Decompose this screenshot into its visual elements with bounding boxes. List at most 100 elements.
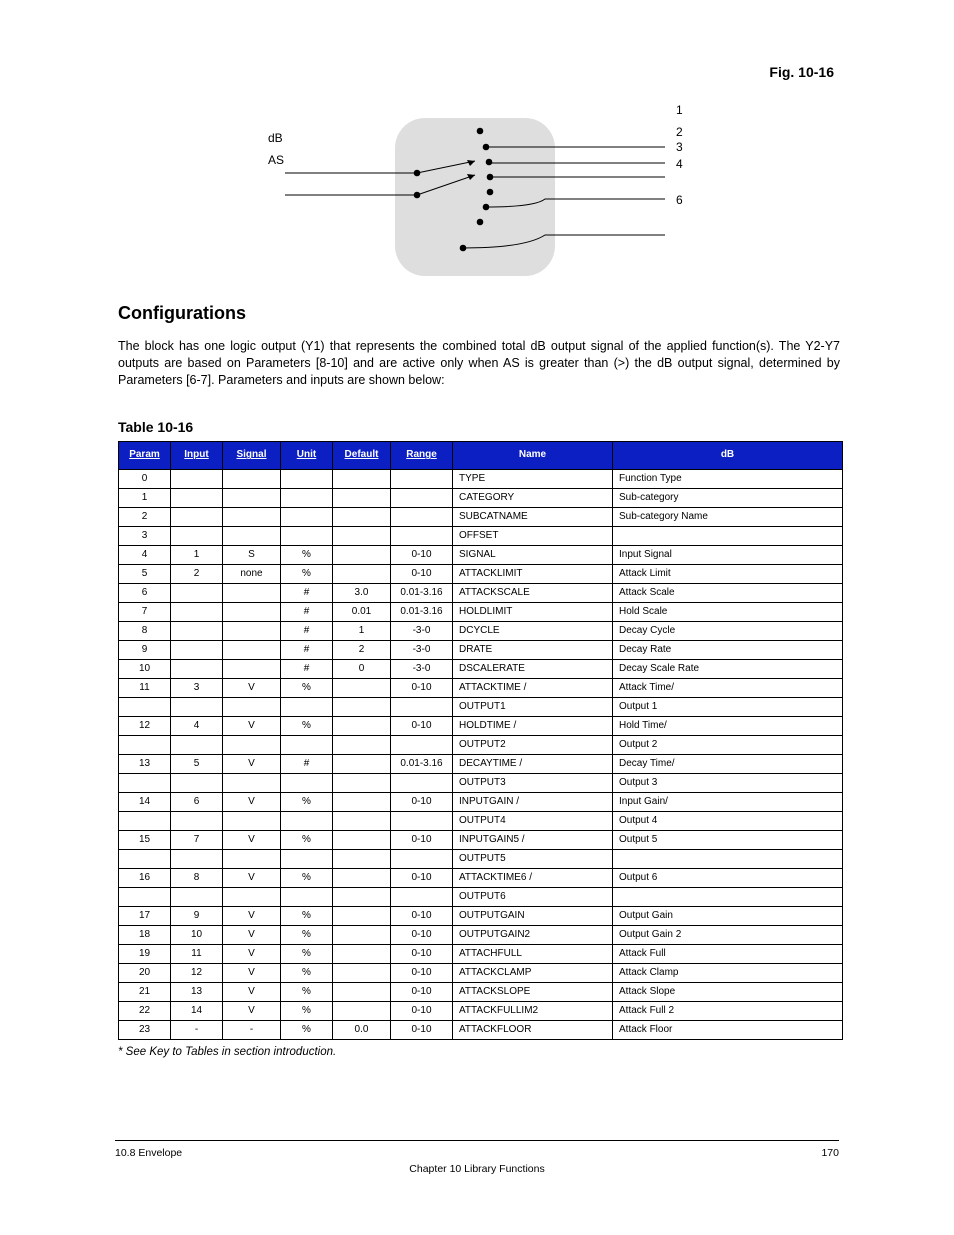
table-cell: 1 <box>119 488 171 507</box>
table-row: 179V%0-10OUTPUTGAINOutput Gain <box>119 906 843 925</box>
table-cell: 0.01-3.16 <box>391 583 453 602</box>
table-cell: 0-10 <box>391 982 453 1001</box>
table-cell <box>391 697 453 716</box>
table-cell: 4 <box>171 716 223 735</box>
page-footer: 10.8 Envelope 170 Chapter 10 Library Fun… <box>115 1140 839 1159</box>
table-cell: # <box>281 583 333 602</box>
table-cell: Output Gain 2 <box>613 925 843 944</box>
table-cell: 6 <box>119 583 171 602</box>
table-cell <box>171 887 223 906</box>
table-cell: 0-10 <box>391 545 453 564</box>
table-row: 1911V%0-10ATTACHFULLAttack Full <box>119 944 843 963</box>
table-cell: % <box>281 868 333 887</box>
table-cell <box>119 811 171 830</box>
table-cell: 0-10 <box>391 792 453 811</box>
table-cell: 20 <box>119 963 171 982</box>
footer-left: 10.8 Envelope <box>115 1147 182 1159</box>
table-cell: 1 <box>333 621 391 640</box>
table-row: 168V%0-10ATTACKTIME6 /Output 6 <box>119 868 843 887</box>
table-cell: 8 <box>119 621 171 640</box>
table-cell <box>613 526 843 545</box>
table-row: 135V#0.01-3.16DECAYTIME /Decay Time/ <box>119 754 843 773</box>
table-cell <box>333 906 391 925</box>
table-cell: Output 4 <box>613 811 843 830</box>
table-cell: V <box>223 716 281 735</box>
table-cell: % <box>281 545 333 564</box>
table-cell <box>171 811 223 830</box>
table-cell <box>171 488 223 507</box>
table-row: 9#2-3-0DRATEDecay Rate <box>119 640 843 659</box>
table-row: OUTPUT6 <box>119 887 843 906</box>
table-cell: 9 <box>119 640 171 659</box>
table-cell <box>333 735 391 754</box>
table-cell: ATTACKLIMIT <box>453 564 613 583</box>
table-cell: 2 <box>119 507 171 526</box>
table-cell: OUTPUT2 <box>453 735 613 754</box>
table-cell <box>613 849 843 868</box>
table-cell: Input Signal <box>613 545 843 564</box>
table-row: 2113V%0-10ATTACKSLOPEAttack Slope <box>119 982 843 1001</box>
table-cell <box>391 849 453 868</box>
table-cell <box>613 887 843 906</box>
table-cell <box>391 488 453 507</box>
table-cell: HOLDLIMIT <box>453 602 613 621</box>
table-cell: DECAYTIME / <box>453 754 613 773</box>
table-row: 2012V%0-10ATTACKCLAMPAttack Clamp <box>119 963 843 982</box>
table-cell: % <box>281 1001 333 1020</box>
table-cell: V <box>223 792 281 811</box>
footer-right: 170 <box>821 1147 839 1159</box>
table-cell <box>391 735 453 754</box>
table-cell <box>281 697 333 716</box>
table-cell: 0 <box>333 659 391 678</box>
table-cell: OUTPUT6 <box>453 887 613 906</box>
th-unit: Unit <box>281 441 333 469</box>
table-cell: 11 <box>171 944 223 963</box>
table-cell <box>333 678 391 697</box>
table-row: OUTPUT3Output 3 <box>119 773 843 792</box>
table-cell: -3-0 <box>391 659 453 678</box>
table-cell: 12 <box>171 963 223 982</box>
table-cell: 0-10 <box>391 564 453 583</box>
table-cell: 9 <box>171 906 223 925</box>
table-cell: # <box>281 621 333 640</box>
table-cell: DCYCLE <box>453 621 613 640</box>
table-cell: 7 <box>119 602 171 621</box>
figure-diagram: dB AS 1 2 3 4 6 <box>118 85 842 285</box>
table-cell <box>119 735 171 754</box>
table-cell: DRATE <box>453 640 613 659</box>
table-cell: V <box>223 963 281 982</box>
table-cell: OUTPUT1 <box>453 697 613 716</box>
table-cell: 13 <box>119 754 171 773</box>
table-cell: 12 <box>119 716 171 735</box>
table-cell <box>171 659 223 678</box>
table-cell: # <box>281 659 333 678</box>
table-row: 23--%0.00-10ATTACKFLOORAttack Floor <box>119 1020 843 1039</box>
table-cell: Output 6 <box>613 868 843 887</box>
table-cell: ATTACKFULLIM2 <box>453 1001 613 1020</box>
diagram-out-1: 1 <box>676 103 683 117</box>
diagram-out-3: 3 <box>676 140 683 154</box>
table-cell: % <box>281 982 333 1001</box>
table-cell: - <box>171 1020 223 1039</box>
table-row: 6#3.00.01-3.16ATTACKSCALEAttack Scale <box>119 583 843 602</box>
table-cell: Sub-category Name <box>613 507 843 526</box>
table-row: 2SUBCATNAMESub-category Name <box>119 507 843 526</box>
table-row: 7#0.010.01-3.16HOLDLIMITHold Scale <box>119 602 843 621</box>
table-cell: V <box>223 678 281 697</box>
table-cell <box>333 811 391 830</box>
table-cell <box>391 526 453 545</box>
table-cell <box>333 488 391 507</box>
table-cell: # <box>281 640 333 659</box>
envelope-diagram-svg <box>285 113 665 283</box>
table-cell: INPUTGAIN5 / <box>453 830 613 849</box>
table-cell <box>281 811 333 830</box>
table-cell: 18 <box>119 925 171 944</box>
table-cell: 21 <box>119 982 171 1001</box>
table-cell: Decay Scale Rate <box>613 659 843 678</box>
table-cell: 5 <box>171 754 223 773</box>
table-cell: 0-10 <box>391 716 453 735</box>
table-cell: Output 2 <box>613 735 843 754</box>
table-cell: Attack Time/ <box>613 678 843 697</box>
table-cell <box>333 792 391 811</box>
table-cell <box>333 754 391 773</box>
